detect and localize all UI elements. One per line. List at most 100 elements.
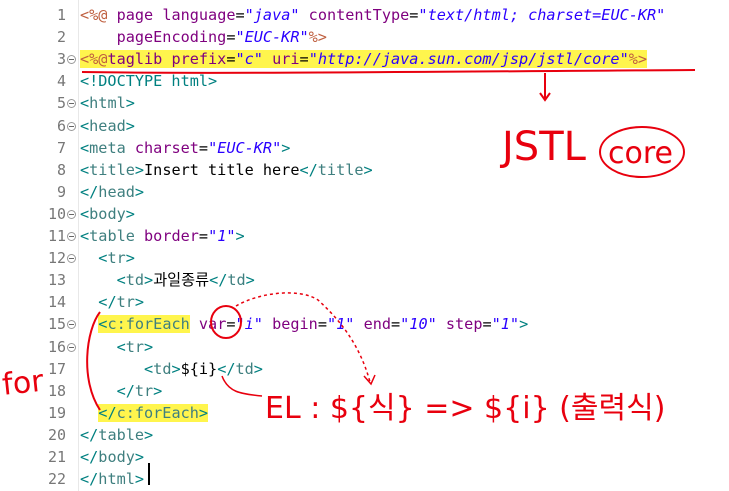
code-line-6[interactable]: 6 <head> bbox=[0, 115, 729, 137]
code-line-19[interactable]: 19 </c:forEach> bbox=[0, 402, 729, 424]
code-line-5[interactable]: 5 <html> bbox=[0, 92, 729, 114]
code-token: <!DOCTYPE html> bbox=[80, 72, 218, 91]
code-token: step bbox=[445, 315, 483, 334]
code-line-3[interactable]: 3 <%@taglib prefix="c" uri="http://java.s… bbox=[0, 48, 729, 70]
code-text: <table border="1"> bbox=[80, 227, 245, 245]
code-line-21[interactable]: 21 </body> bbox=[0, 446, 729, 468]
code-line-11[interactable]: 11 <table border="1"> bbox=[0, 225, 729, 247]
code-line-13[interactable]: 13 <td>과일종류</td> bbox=[0, 269, 729, 291]
code-token: < bbox=[80, 138, 90, 157]
line-number: 9 bbox=[56, 182, 66, 201]
code-line-2[interactable]: 2 pageEncoding="EUC-KR"%> bbox=[0, 26, 729, 48]
line-number: 10 bbox=[47, 204, 66, 223]
line-number: 20 bbox=[47, 425, 66, 444]
code-token: charset bbox=[134, 138, 199, 157]
code-token: 과일종류 bbox=[153, 271, 210, 290]
code-token: "i" bbox=[235, 315, 263, 334]
code-token: < bbox=[116, 271, 126, 290]
code-token: </ bbox=[217, 359, 236, 378]
code-line-18[interactable]: 18 </tr> bbox=[0, 380, 729, 402]
code-text: </html> bbox=[80, 470, 144, 488]
code-token: td bbox=[227, 271, 246, 290]
code-token: > bbox=[519, 315, 529, 334]
code-line-20[interactable]: 20 </table> bbox=[0, 424, 729, 446]
code-token: "EUC-KR" bbox=[208, 138, 282, 157]
code-token: page bbox=[116, 6, 154, 24]
code-line-17[interactable]: 17 <td>${i}</td> bbox=[0, 358, 729, 380]
code-token: prefix bbox=[171, 50, 227, 69]
code-text: </tr> bbox=[80, 293, 144, 311]
code-token: > bbox=[134, 448, 145, 466]
code-token: </ bbox=[98, 403, 117, 422]
code-token: title bbox=[89, 160, 135, 179]
code-token: td bbox=[153, 359, 172, 378]
code-token: <%@ bbox=[80, 50, 108, 69]
fold-toggle-icon[interactable] bbox=[67, 209, 76, 219]
code-token: "1" bbox=[208, 227, 236, 245]
code-token: border bbox=[144, 227, 199, 245]
fold-toggle-icon[interactable] bbox=[67, 232, 76, 241]
code-token: Insert title here bbox=[144, 160, 300, 179]
code-token: body bbox=[98, 448, 135, 466]
code-line-12[interactable]: 12 <tr> bbox=[0, 247, 729, 269]
fold-toggle-icon[interactable] bbox=[67, 121, 76, 131]
code-line-4[interactable]: 4 <!DOCTYPE html> bbox=[0, 70, 729, 92]
code-token: < bbox=[80, 160, 90, 179]
code-token: table bbox=[98, 425, 145, 444]
code-line-14[interactable]: 14 </tr> bbox=[0, 291, 729, 313]
code-token: c:forEach bbox=[116, 403, 199, 422]
code-text: <tr> bbox=[80, 337, 154, 356]
code-text: <c:forEach var="i" begin="1" end="10" st… bbox=[80, 315, 529, 334]
code-line-16[interactable]: 16 <tr> bbox=[0, 336, 729, 358]
code-line-9[interactable]: 9 </head> bbox=[0, 181, 729, 203]
line-number: 13 bbox=[47, 271, 66, 290]
code-text: </tr> bbox=[80, 381, 163, 400]
code-token: body bbox=[89, 204, 126, 223]
code-token: td bbox=[235, 359, 254, 378]
code-token: = bbox=[235, 6, 245, 24]
code-text: <tr> bbox=[80, 249, 135, 267]
code-token: < bbox=[116, 337, 126, 356]
line-number: 2 bbox=[56, 28, 66, 47]
code-text: </table> bbox=[80, 426, 153, 444]
code-token: "EUC-KR" bbox=[235, 28, 309, 47]
line-number: 18 bbox=[47, 381, 66, 400]
code-token: "1" bbox=[491, 315, 520, 334]
fold-toggle-icon[interactable] bbox=[67, 254, 76, 264]
code-text: pageEncoding="EUC-KR"%> bbox=[80, 28, 327, 46]
code-token: "1" bbox=[326, 315, 355, 334]
fold-toggle-icon[interactable] bbox=[67, 320, 76, 330]
code-token: head bbox=[98, 182, 135, 201]
code-line-15[interactable]: 15 <c:forEach var="i" begin="1" end="10"… bbox=[0, 313, 729, 335]
code-token: </ bbox=[80, 182, 99, 201]
code-token: > bbox=[134, 160, 145, 179]
code-token: "text/html; charset=EUC-KR" bbox=[418, 6, 666, 24]
code-token: </ bbox=[209, 271, 228, 290]
code-token: contentType bbox=[308, 6, 410, 24]
code-text: <td>과일종류</td> bbox=[80, 271, 255, 289]
line-number: 1 bbox=[56, 6, 66, 24]
code-token: %> bbox=[308, 28, 327, 47]
code-text: <!DOCTYPE html> bbox=[80, 72, 217, 90]
code-token: language bbox=[162, 6, 236, 24]
code-line-10[interactable]: 10 <body> bbox=[0, 203, 729, 225]
code-editor[interactable]: 1 <%@ page language="java" contentType="t… bbox=[0, 0, 729, 491]
line-number: 14 bbox=[47, 293, 66, 312]
fold-toggle-icon[interactable] bbox=[67, 342, 76, 352]
code-line-22[interactable]: 22 </html> bbox=[0, 468, 729, 490]
fold-toggle-icon[interactable] bbox=[67, 99, 76, 109]
code-token: title bbox=[317, 160, 364, 179]
code-token: = bbox=[482, 315, 492, 334]
code-line-8[interactable]: 8 <title>Insert title here</title> bbox=[0, 159, 729, 181]
code-line-1[interactable]: 1 <%@ page language="java" contentType="t… bbox=[0, 4, 729, 26]
code-token: = bbox=[198, 138, 209, 157]
code-token: </ bbox=[116, 381, 135, 400]
code-text: <meta charset="EUC-KR"> bbox=[80, 139, 290, 157]
code-line-7[interactable]: 7 <meta charset="EUC-KR"> bbox=[0, 137, 729, 159]
line-number: 19 bbox=[47, 403, 66, 422]
fold-toggle-icon[interactable] bbox=[67, 55, 76, 65]
